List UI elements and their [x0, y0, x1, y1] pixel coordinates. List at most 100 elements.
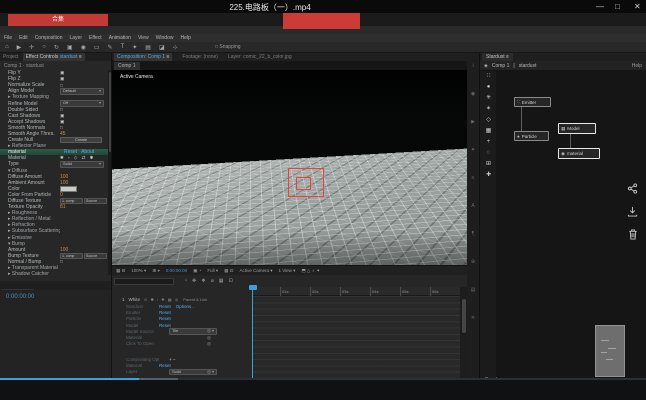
tool-icon[interactable]: ▭	[94, 44, 100, 51]
timeline-tool-icon[interactable]: ⊡	[228, 278, 232, 284]
tool-icon[interactable]: ▣	[67, 44, 73, 51]
resolution-dropdown[interactable]: Full ▾	[207, 268, 218, 274]
toggle-circle-icon[interactable]: ◎	[207, 335, 211, 341]
layer-name[interactable]: White	[129, 297, 141, 302]
node-tool-icon[interactable]: ✚	[486, 172, 491, 179]
menu-item[interactable]: File	[4, 35, 12, 41]
node-emitter[interactable]: ∷ Emitter	[514, 97, 551, 107]
help-link[interactable]: Help	[632, 63, 642, 69]
comp1-subtab[interactable]: Comp 1	[114, 62, 140, 70]
grid-guides-icons[interactable]: ▦ ⊟	[116, 268, 125, 274]
tool-icon[interactable]: ↻	[54, 44, 59, 51]
timeline-tool-icon[interactable]: ⌀	[211, 278, 214, 284]
tool-icon[interactable]: ⊹	[173, 44, 178, 51]
collapsed-panel-icon[interactable]: A	[471, 203, 474, 209]
panel-menu-icon[interactable]: ≡	[79, 54, 82, 60]
property-value[interactable]: □	[60, 83, 63, 88]
property-value[interactable]: □	[60, 125, 63, 130]
collapsed-panel-icon[interactable]: ¶	[472, 231, 475, 237]
timeline-tool-icon[interactable]: ▦	[219, 278, 224, 284]
menu-item[interactable]: Composition	[35, 35, 63, 41]
tool-icon[interactable]: ▤	[145, 44, 151, 51]
fx-scrollbar[interactable]	[108, 70, 111, 275]
roi-icons[interactable]: ▦ ⊡	[224, 268, 233, 274]
view-layout-dropdown[interactable]: 1 View ▾	[278, 268, 295, 274]
parent-link-column[interactable]: Parent & Link	[183, 297, 207, 302]
menu-item[interactable]: Help	[180, 35, 190, 41]
tool-icon[interactable]: ✦	[132, 44, 137, 51]
player-titlebar[interactable]: 225.电路板（一）.mp4 — □ ✕	[0, 0, 646, 13]
node-tool-icon[interactable]: ✶	[486, 106, 491, 113]
reset-link[interactable]: Reset	[159, 316, 171, 321]
layer-switches-icons[interactable]: ⊙ ✱ / ❖ ▦ ◎	[144, 297, 179, 302]
magnification-dropdown[interactable]: 100% ▾	[131, 268, 146, 274]
node-tool-icon[interactable]: ◌	[487, 150, 491, 157]
maximize-button[interactable]: □	[615, 2, 620, 11]
snapping-toggle[interactable]: □ Snapping	[215, 44, 241, 50]
tool-icon[interactable]: ◪	[159, 44, 165, 51]
collapsed-panel-icon[interactable]: ◉	[471, 91, 475, 97]
timeline-tool-icon[interactable]: ✥	[192, 278, 196, 284]
timeline-search-field[interactable]	[114, 278, 174, 285]
tool-icon[interactable]: ⌂	[5, 44, 9, 50]
download-icon[interactable]	[627, 206, 638, 217]
reset-link[interactable]: Reset	[159, 304, 171, 309]
collapsed-panel-icon[interactable]: ▤	[471, 287, 476, 293]
video-frame[interactable]: 2019 - StardustProject/电路板/aa.aep * – □ …	[0, 13, 646, 378]
timeline-property-row[interactable]: Click To Open ◎	[112, 341, 253, 347]
snapshot-icons[interactable]: ▣ ◔	[193, 268, 201, 274]
node-material[interactable]: ◉ material	[558, 148, 600, 159]
fx-scrollbar-thumb[interactable]	[109, 72, 111, 152]
panel-menu-icon[interactable]: ≡	[166, 54, 169, 60]
node-tool-icon[interactable]: ▦	[486, 128, 492, 135]
menu-item[interactable]: Edit	[19, 35, 28, 41]
tab-footage[interactable]: Footage: (none)	[182, 53, 218, 61]
timeline-tool-icon[interactable]: ◔	[184, 278, 187, 284]
share-nodes-icon[interactable]	[627, 183, 638, 194]
menu-item[interactable]: Window	[156, 35, 174, 41]
minimize-button[interactable]: —	[596, 2, 604, 11]
stardust-layer-name[interactable]: stardust	[519, 63, 537, 69]
camera-view-dropdown[interactable]: Active Camera ▾	[239, 268, 272, 274]
menu-item[interactable]: Layer	[69, 35, 82, 41]
tab-project[interactable]: Project	[3, 53, 19, 61]
tab-layer[interactable]: Layer: comic_22_b_color.jpg	[228, 53, 292, 61]
node-tool-icon[interactable]: ◇	[486, 117, 491, 124]
collapsed-panel-icon[interactable]: ≡	[472, 175, 475, 181]
timeline-scrollbar-thumb[interactable]	[462, 299, 466, 333]
property-value[interactable]: □	[60, 259, 63, 264]
timeline-tool-icon[interactable]: ❖	[201, 278, 205, 284]
toggle-circle-icon[interactable]: ◎	[207, 369, 211, 375]
collapsed-panel-icon[interactable]: ✳	[471, 315, 475, 321]
close-button[interactable]: ✕	[634, 2, 641, 11]
reset-link[interactable]: Reset	[159, 310, 171, 315]
collapsed-panel-icon[interactable]: ✦	[471, 147, 475, 153]
preview-timecode[interactable]: 0:00:00:00	[166, 268, 187, 273]
playhead-handle[interactable]	[249, 285, 257, 290]
tool-icon[interactable]: ▶	[17, 44, 22, 51]
node-particle[interactable]: ● Particle	[514, 131, 549, 141]
timeline-lanes[interactable]	[253, 296, 460, 379]
node-tool-icon[interactable]: ✳	[486, 95, 491, 102]
current-time-indicator[interactable]	[252, 287, 253, 379]
timeline-property-row[interactable]: Layer Solid ◎	[112, 369, 253, 375]
collapsed-panel-icon[interactable]: i	[472, 63, 473, 69]
toggle-circle-icon[interactable]: ◎	[207, 328, 211, 334]
tool-icon[interactable]: ○	[42, 44, 46, 50]
preset-preview-thumbnail[interactable]	[595, 325, 625, 377]
menu-item[interactable]: View	[138, 35, 149, 41]
tab-composition[interactable]: Composition: Comp 1 ≡	[114, 53, 172, 61]
trash-icon[interactable]	[628, 229, 638, 240]
node-tool-icon[interactable]: ●	[487, 84, 491, 91]
property-value[interactable]: □	[60, 107, 63, 112]
tab-effect-controls[interactable]: Effect Controls stardust ≡	[23, 53, 85, 61]
time-ruler[interactable]: 01s02s03s04s05s06s	[253, 287, 460, 296]
toggle-circle-icon[interactable]: ◎	[207, 341, 211, 347]
collapsed-panel-icon[interactable]: ⊕	[471, 259, 475, 265]
tool-icon[interactable]: ✛	[29, 44, 34, 51]
node-tool-icon[interactable]: ⊞	[486, 161, 491, 168]
selection-box-inner[interactable]	[296, 177, 311, 190]
render-icons[interactable]: ⬒ △ ♁ ✦	[301, 268, 320, 274]
ruler-icons[interactable]: ⊞ ⌖	[152, 268, 160, 274]
menu-item[interactable]: Effect	[89, 35, 102, 41]
